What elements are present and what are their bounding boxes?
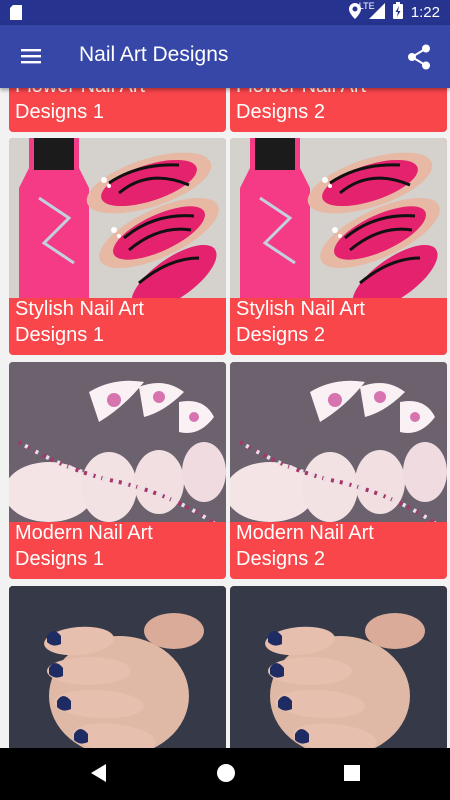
- card-image: [9, 362, 226, 522]
- category-grid[interactable]: Flower Nail Art Designs 1 Flower Nail Ar…: [0, 88, 450, 748]
- card-image: [230, 362, 447, 522]
- category-card[interactable]: [230, 586, 447, 748]
- card-label: Flower Nail Art Designs 2: [236, 88, 366, 123]
- clock: 1:22: [410, 4, 440, 21]
- category-card[interactable]: Modern Nail Art Designs 1: [9, 362, 226, 579]
- recents-icon[interactable]: [342, 762, 362, 788]
- card-label: Stylish Nail Art Designs 1: [15, 298, 144, 346]
- home-icon[interactable]: [215, 762, 237, 788]
- share-icon[interactable]: [407, 44, 431, 74]
- network-type-label: LTE: [358, 0, 375, 11]
- card-image: [9, 138, 226, 298]
- card-image: [9, 586, 226, 748]
- category-card[interactable]: Stylish Nail Art Designs 2: [230, 138, 447, 355]
- back-icon[interactable]: [88, 762, 108, 788]
- hamburger-menu-icon[interactable]: [20, 45, 42, 67]
- category-card[interactable]: Modern Nail Art Designs 2: [230, 362, 447, 579]
- sd-card-icon: [10, 5, 22, 24]
- category-card[interactable]: [9, 586, 226, 748]
- category-card[interactable]: Flower Nail Art Designs 1: [9, 88, 226, 132]
- card-label: Modern Nail Art Designs 2: [236, 522, 374, 570]
- card-label: Stylish Nail Art Designs 2: [236, 298, 365, 346]
- status-bar: LTE 1:22: [0, 0, 450, 25]
- category-card[interactable]: Flower Nail Art Designs 2: [230, 88, 447, 132]
- app-bar: Nail Art Designs: [0, 25, 450, 88]
- card-label: Flower Nail Art Designs 1: [15, 88, 145, 123]
- app-title: Nail Art Designs: [79, 43, 229, 66]
- navigation-bar: [0, 748, 450, 800]
- signal-icon: LTE: [359, 1, 385, 23]
- card-image: [230, 586, 447, 748]
- battery-charging-icon: [392, 2, 403, 23]
- card-label: Modern Nail Art Designs 1: [15, 522, 153, 570]
- card-image: [230, 138, 447, 298]
- category-card[interactable]: Stylish Nail Art Designs 1: [9, 138, 226, 355]
